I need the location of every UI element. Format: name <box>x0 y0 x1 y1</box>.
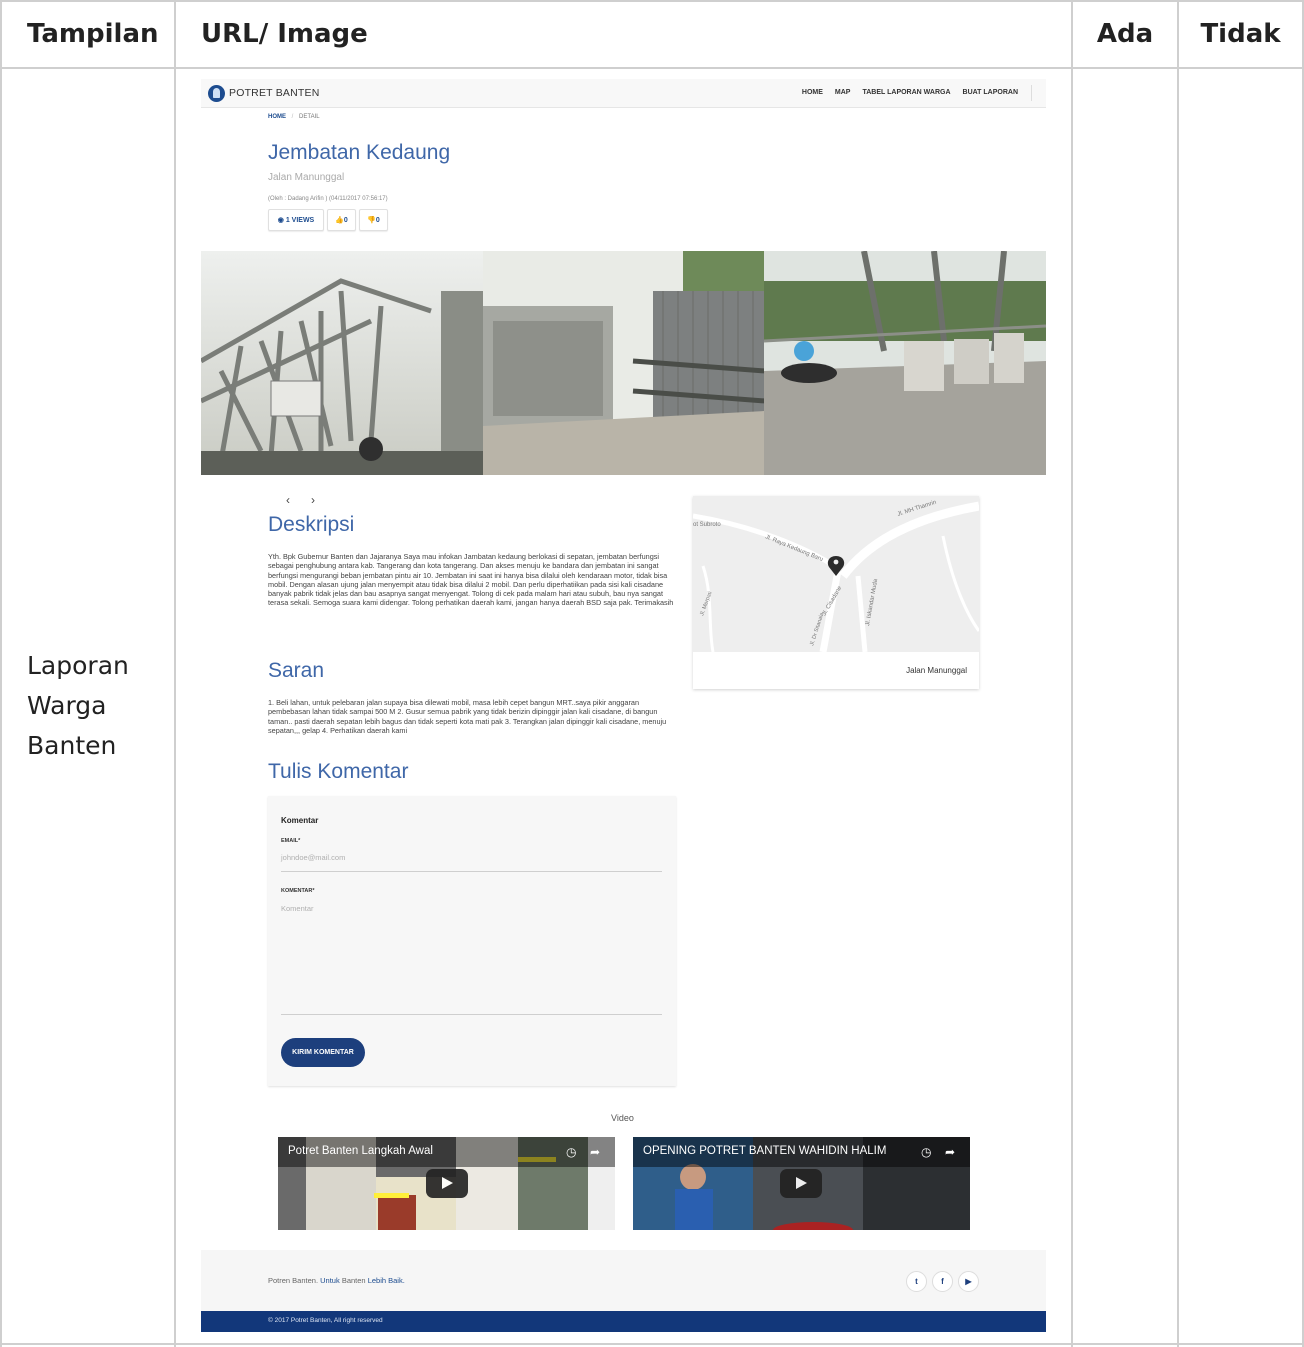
website-screenshot: POTRET BANTEN HOME MAP TABEL LAPORAN WAR… <box>201 79 1046 1332</box>
report-location: Jalan Manunggal <box>268 172 345 183</box>
header-url-image: URL/ Image <box>201 19 368 49</box>
footer-tagline-part-2: Untuk <box>320 1276 340 1285</box>
breadcrumb: HOME / DETAIL <box>268 114 320 120</box>
video-1-title: Potret Banten Langkah Awal <box>288 1145 433 1157</box>
deskripsi-text: Yth. Bpk Gubernur Banten dan Jajaranya S… <box>268 552 674 608</box>
report-title: Jembatan Kedaung <box>268 141 451 164</box>
watch-later-icon[interactable]: ◷ <box>921 1145 931 1159</box>
column-divider-2 <box>1071 0 1073 1347</box>
video-2-title: OPENING POTRET BANTEN WAHIDIN HALIM <box>643 1145 887 1157</box>
video-player-1[interactable]: Potret Banten Langkah Awal ◷ ➦ <box>278 1137 615 1230</box>
brand-name[interactable]: POTRET BANTEN <box>229 87 320 99</box>
email-underline <box>281 871 662 872</box>
nav-home[interactable]: HOME <box>802 89 823 96</box>
watch-later-icon[interactable]: ◷ <box>566 1145 576 1159</box>
nav-tabel-laporan[interactable]: TABEL LAPORAN WARGA <box>862 89 950 96</box>
header-tampilan: Tampilan <box>27 19 159 49</box>
twitter-icon[interactable]: t <box>906 1271 927 1292</box>
like-button[interactable]: 👍0 <box>327 209 356 231</box>
video-player-2[interactable]: OPENING POTRET BANTEN WAHIDIN HALIM ◷ ➦ <box>633 1137 970 1230</box>
breadcrumb-separator: / <box>291 114 294 120</box>
location-map[interactable]: Jl. MH Thamrin Jl. Raya Kedaung Baru ot … <box>693 496 979 652</box>
share-icon[interactable]: ➦ <box>945 1145 955 1159</box>
copyright-text: © 2017 Potret Banten, All right reserved <box>268 1317 383 1324</box>
saran-heading: Saran <box>268 659 325 682</box>
photo-carousel[interactable] <box>201 251 1046 475</box>
map-label-subroto: ot Subroto <box>693 522 721 528</box>
carousel-next-button[interactable]: › <box>311 493 315 507</box>
row-label-line-3: Banten <box>27 731 117 760</box>
deskripsi-heading: Deskripsi <box>268 513 355 536</box>
facebook-icon[interactable]: f <box>932 1271 953 1292</box>
photo-bridge-3 <box>764 251 1046 475</box>
report-meta: (Oleh : Dadang Arifin ) (04/11/2017 07:5… <box>268 196 388 202</box>
column-divider-3 <box>1177 0 1179 1347</box>
table-border-left <box>0 0 2 1347</box>
saran-text: 1. Beli lahan, untuk pelebaran jalan sup… <box>268 698 667 735</box>
footer-tagline: Potren Banten. Untuk Banten Lebih Baik. <box>268 1276 405 1285</box>
video-section-label: Video <box>611 1113 634 1123</box>
navbar: POTRET BANTEN HOME MAP TABEL LAPORAN WAR… <box>201 79 1046 108</box>
photo-bridge-1 <box>201 251 483 475</box>
nav-buat-laporan[interactable]: BUAT LAPORAN <box>963 89 1018 96</box>
breadcrumb-home[interactable]: HOME <box>268 114 286 120</box>
views-badge: ◉ 1 VIEWS <box>268 209 324 231</box>
footer-tagline-part-3: Banten <box>341 1276 366 1285</box>
nav-divider <box>1031 85 1032 101</box>
carousel-prev-button[interactable]: ‹ <box>286 493 290 507</box>
copyright-bar: © 2017 Potret Banten, All right reserved <box>201 1311 1046 1332</box>
kirim-komentar-button[interactable]: KIRIM KOMENTAR <box>281 1038 365 1067</box>
play-icon[interactable] <box>426 1169 468 1198</box>
map-caption: Jalan Manunggal <box>906 666 967 675</box>
photo-bridge-2 <box>482 251 765 475</box>
footer-tagline-part-1: Potren Banten. <box>268 1276 319 1285</box>
header-tidak: Tidak <box>1200 19 1281 49</box>
nav-links: HOME MAP TABEL LAPORAN WARGA BUAT LAPORA… <box>802 89 1018 96</box>
play-icon[interactable] <box>780 1169 822 1198</box>
email-field[interactable]: johndoe@mail.com <box>281 853 345 862</box>
row-label-line-1: Laporan <box>27 651 129 680</box>
table-border-bottom <box>0 1343 1304 1345</box>
email-label: EMAIL* <box>281 838 301 844</box>
komentar-underline <box>281 1014 662 1015</box>
comment-form: Komentar EMAIL* johndoe@mail.com KOMENTA… <box>268 796 676 1086</box>
row-label-line-2: Warga <box>27 691 107 720</box>
site-footer: Potren Banten. Untuk Banten Lebih Baik. … <box>201 1250 1046 1312</box>
share-icon[interactable]: ➦ <box>590 1145 600 1159</box>
footer-tagline-part-4: Lebih Baik. <box>367 1276 405 1285</box>
dislike-button[interactable]: 👎0 <box>359 209 388 231</box>
column-divider-1 <box>174 0 176 1347</box>
komentar-heading: Tulis Komentar <box>268 760 409 783</box>
komentar-label: KOMENTAR* <box>281 888 315 894</box>
comment-form-title: Komentar <box>281 816 319 825</box>
breadcrumb-current: DETAIL <box>299 114 320 120</box>
logo-icon[interactable] <box>208 85 225 102</box>
header-ada: Ada <box>1096 19 1154 49</box>
row-label: Laporan Warga Banten <box>27 646 167 766</box>
youtube-icon[interactable]: ▶ <box>958 1271 979 1292</box>
komentar-field[interactable]: Komentar <box>281 904 662 1012</box>
nav-map[interactable]: MAP <box>835 89 851 96</box>
